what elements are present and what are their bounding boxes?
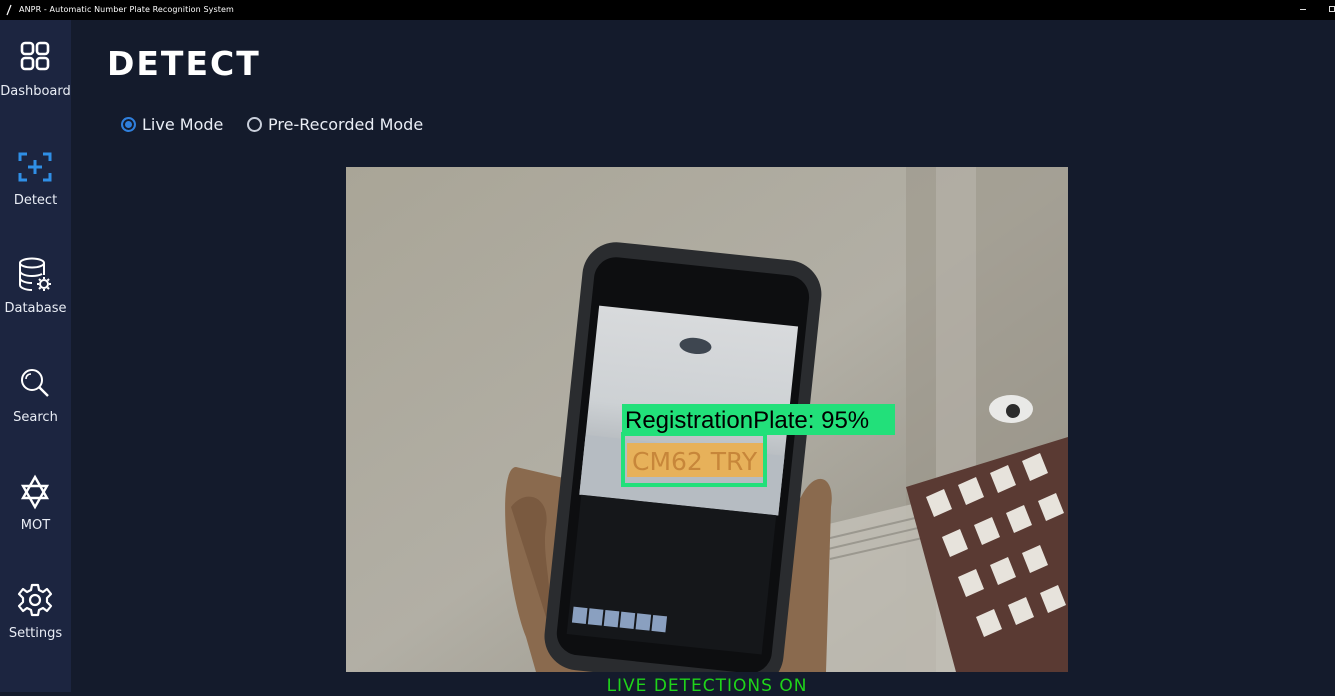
sidebar: Dashboard Detect Database Search MOT Set… <box>0 20 71 692</box>
search-icon <box>21 369 49 397</box>
sidebar-item-label: Dashboard <box>0 84 71 99</box>
live-mode-label: Live Mode <box>142 115 224 134</box>
sidebar-item-label: Settings <box>8 626 63 641</box>
wall-camera <box>989 395 1033 423</box>
sidebar-item-detect[interactable]: Detect <box>0 149 71 249</box>
detection-status: LIVE DETECTIONS ON <box>606 676 808 696</box>
camera-feed: CM62 TRY RegistrationPlate: 95% <box>346 167 1068 672</box>
sidebar-item-label: Database <box>4 301 67 316</box>
sidebar-item-dashboard[interactable]: Dashboard <box>0 40 71 140</box>
detection-label: RegistrationPlate: 95% <box>625 407 869 434</box>
mot-icon <box>20 474 50 510</box>
sidebar-item-search[interactable]: Search <box>0 366 71 466</box>
camera-frame: CM62 TRY RegistrationPlate: 95% <box>346 167 1068 672</box>
title-bar: ANPR - Automatic Number Plate Recognitio… <box>0 0 1335 20</box>
radio-unselected-indicator <box>247 117 262 132</box>
window-title: ANPR - Automatic Number Plate Recognitio… <box>19 5 234 14</box>
sidebar-item-mot[interactable]: MOT <box>0 474 71 574</box>
plate-text: CM62 TRY <box>632 447 758 476</box>
sidebar-item-label: Detect <box>13 193 58 208</box>
page-title: DETECT <box>107 44 261 83</box>
sidebar-item-settings[interactable]: Settings <box>0 582 71 682</box>
maximize-button[interactable] <box>1327 0 1335 20</box>
app-feather-icon <box>6 4 12 16</box>
pre-recorded-mode-label: Pre-Recorded Mode <box>268 115 424 134</box>
database-icon <box>19 257 51 291</box>
gear-icon <box>17 583 53 617</box>
radio-selected-indicator <box>121 117 136 132</box>
sidebar-item-label: MOT <box>20 518 51 533</box>
dashboard-icon <box>20 41 50 71</box>
minimize-button[interactable] <box>1297 0 1311 20</box>
detect-icon <box>18 152 52 182</box>
sidebar-item-database[interactable]: Database <box>0 257 71 357</box>
sidebar-item-label: Search <box>13 410 58 425</box>
